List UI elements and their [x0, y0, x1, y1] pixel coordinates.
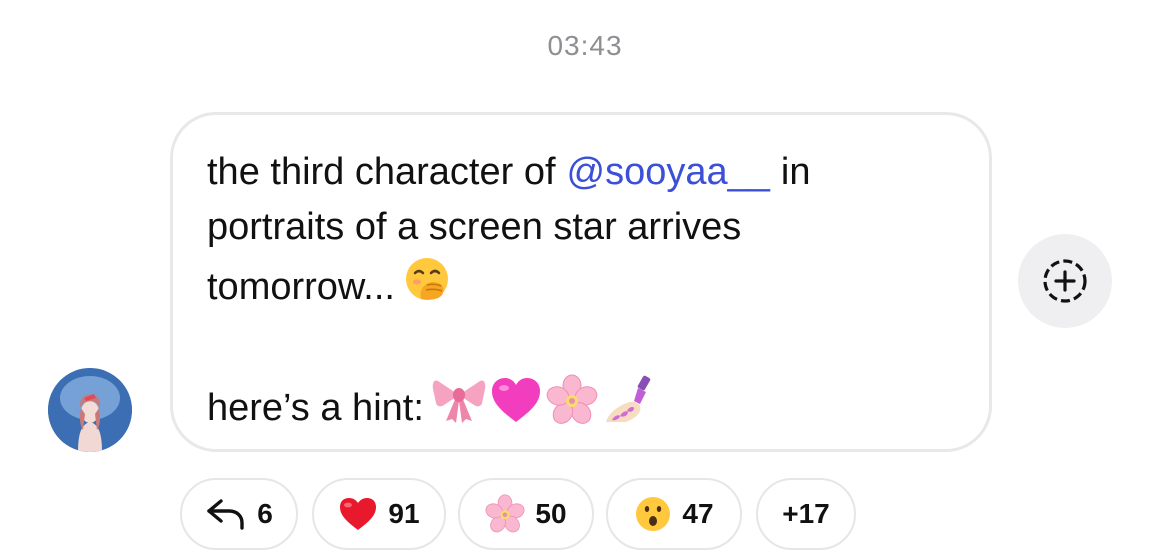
reaction-chip-surprised[interactable]: 47 — [606, 478, 742, 550]
reply-count: 6 — [257, 498, 273, 529]
share-to-story-button[interactable] — [1018, 234, 1112, 328]
message-line-2: portraits of a screen star arrives — [207, 200, 953, 255]
message-text: the third character of — [207, 151, 556, 193]
chat-view: 03:43 the third character of @sooyaa__ i… — [0, 0, 1170, 550]
message-line-3: tomorrow... — [207, 255, 953, 319]
reaction-chip-blossom[interactable]: 50 — [458, 478, 594, 550]
message-text: tomorrow... — [207, 265, 395, 308]
surprised-face-icon — [636, 497, 671, 531]
message-text: in — [780, 151, 811, 193]
face-with-hand-over-mouth-emoji — [403, 255, 451, 319]
message-line-1: the third character of @sooyaa__ in — [207, 145, 953, 200]
reaction-count: 47 — [682, 498, 714, 529]
nail-polish-emoji — [602, 374, 654, 442]
avatar[interactable] — [48, 368, 132, 452]
message-text: here’s a hint: — [207, 386, 424, 429]
more-reactions-chip[interactable]: +17 — [756, 478, 856, 550]
message-text: portraits of a screen star arrives — [207, 206, 742, 248]
cherry-blossom-emoji — [546, 374, 598, 442]
mention-link[interactable]: @sooyaa__ — [567, 145, 770, 200]
ribbon-emoji — [432, 375, 486, 441]
reaction-chip-heart[interactable]: 91 — [312, 478, 446, 550]
message-timestamp: 03:43 — [547, 30, 623, 61]
reaction-count: 91 — [388, 498, 420, 529]
message-line-5: here’s a hint: — [207, 374, 953, 442]
more-reactions-count: +17 — [782, 498, 830, 529]
cherry-blossom-icon — [485, 494, 525, 533]
pink-heart-emoji — [490, 376, 542, 440]
reply-count-chip[interactable]: 6 — [180, 478, 298, 550]
reaction-count: 50 — [535, 498, 567, 529]
message-bubble[interactable]: the third character of @sooyaa__ in port… — [170, 112, 992, 452]
add-to-story-icon — [1043, 259, 1087, 303]
red-heart-icon — [340, 498, 377, 530]
avatar-photo — [48, 368, 132, 452]
reply-arrow-icon — [207, 499, 244, 530]
